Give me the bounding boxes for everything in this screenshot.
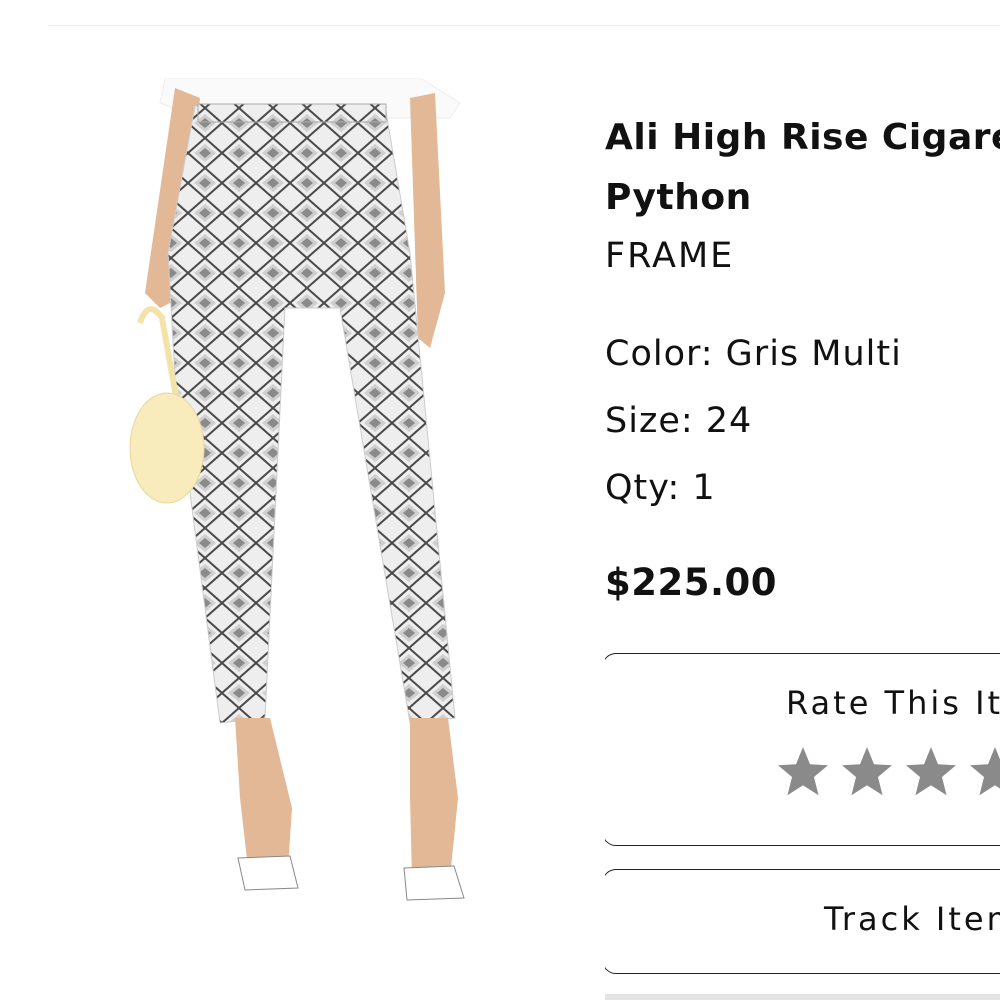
product-price: $225.00 [605,561,778,604]
product-color: Color: Gris Multi [605,334,902,374]
product-title[interactable]: Ali High Rise Cigarette Python [605,108,1000,228]
star-icon[interactable] [965,742,1000,802]
rate-item-label: Rate This Item [786,684,1000,722]
product-size: Size: 24 [605,401,753,441]
product-title-line-1: Ali High Rise Cigarette [605,117,1000,158]
star-icon[interactable] [901,742,961,802]
track-item-label: Track Item [824,900,1000,938]
order-item-page: Ali High Rise Cigarette Python FRAME Col… [0,0,1000,1000]
product-details: Ali High Rise Cigarette Python FRAME Col… [605,0,1000,1000]
next-section-edge [605,994,1000,1000]
product-title-line-2: Python [605,177,752,218]
star-icon[interactable] [837,742,897,802]
product-brand[interactable]: FRAME [605,236,734,276]
product-quantity: Qty: 1 [605,468,716,508]
rate-item-card: Rate This Item [605,653,1000,846]
star-icon[interactable] [773,742,833,802]
product-image[interactable] [120,78,470,918]
star-rating[interactable] [773,742,1000,802]
track-item-button[interactable]: Track Item [605,869,1000,974]
